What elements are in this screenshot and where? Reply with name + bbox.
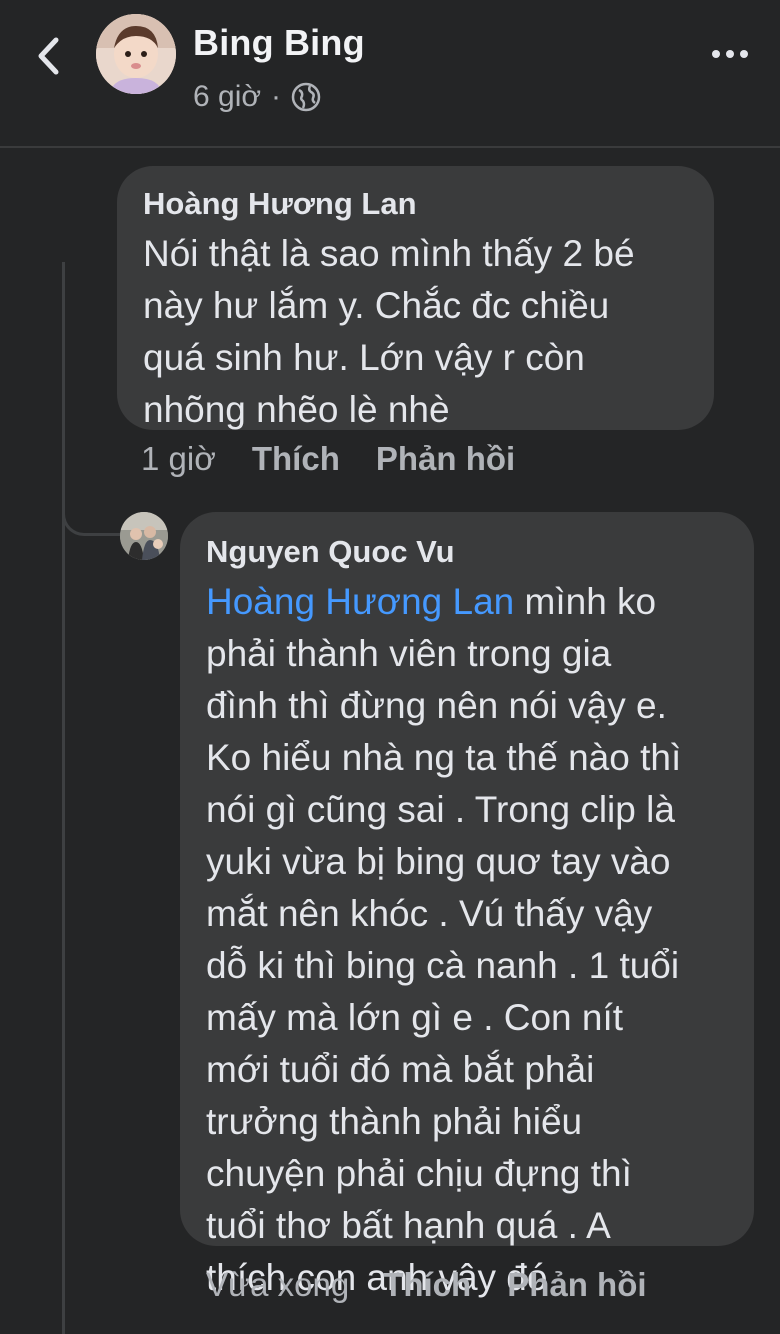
- comment-line: tuổi thơ bất hạnh quá . A: [206, 1205, 611, 1246]
- comment-text: Nói thật là sao mình thấy 2 bé này hư lắ…: [143, 228, 686, 436]
- comment-line: đình thì đừng nên nói vậy e.: [206, 685, 667, 726]
- post-time[interactable]: 6 giờ: [193, 80, 261, 114]
- reply-connector: [62, 494, 120, 536]
- comment-actions: 1 giờ Thích Phản hồi: [141, 440, 515, 478]
- reply-button[interactable]: Phản hồi: [376, 440, 515, 478]
- comment-line: Hoàng Hương Lan mình ko: [206, 576, 726, 628]
- comment-line: nói gì cũng sai . Trong clip là: [206, 789, 675, 830]
- reply-bubble[interactable]: Nguyen Quoc Vu Hoàng Hương Lan mình ko p…: [180, 512, 754, 1298]
- like-button[interactable]: Thích: [252, 440, 340, 478]
- avatar[interactable]: [96, 14, 176, 94]
- post-meta: 6 giờ ·: [193, 80, 321, 114]
- comment-line: mấy mà lớn gì e . Con nít: [206, 997, 624, 1038]
- globe-icon: [291, 82, 321, 112]
- profile-photo: [96, 14, 176, 94]
- post-header: Bing Bing 6 giờ ·: [0, 0, 780, 146]
- comment-line: quá sinh hư. Lớn vậy r còn: [143, 337, 585, 378]
- back-button[interactable]: [26, 30, 70, 82]
- chevron-left-icon: [38, 37, 59, 75]
- mention-link[interactable]: Hoàng Hương Lan: [206, 581, 514, 622]
- comment-line: nhõng nhẽo lè nhè: [143, 389, 450, 430]
- comment-actions: Vừa xong Thích Phản hồi: [206, 1266, 647, 1304]
- comment-line: này hư lắm y. Chắc đc chiều: [143, 285, 610, 326]
- comment-line: Ko hiểu nhà ng ta thế nào thì: [206, 737, 682, 778]
- comment-line: Nói thật là sao mình thấy 2 bé: [143, 233, 635, 274]
- comment-time[interactable]: 1 giờ: [141, 440, 216, 478]
- comment-line: mới tuổi đó mà bắt phải: [206, 1049, 595, 1090]
- comment-time[interactable]: Vừa xong: [206, 1266, 349, 1304]
- more-options-button[interactable]: [704, 32, 756, 76]
- comment-line: yuki vừa bị bing quơ tay vào: [206, 841, 671, 882]
- thread-line: [62, 262, 65, 1334]
- like-button[interactable]: Thích: [383, 1266, 471, 1304]
- comment-author[interactable]: Nguyen Quoc Vu: [206, 532, 726, 572]
- comment-text: Hoàng Hương Lan mình ko phải thành viên …: [206, 576, 726, 1304]
- meta-separator: ·: [271, 80, 282, 113]
- header-divider: [0, 146, 780, 148]
- comment-bubble[interactable]: Hoàng Hương Lan Nói thật là sao mình thấ…: [117, 166, 714, 430]
- profile-photo: [120, 512, 168, 560]
- reply-avatar[interactable]: [120, 512, 168, 560]
- comment-author[interactable]: Hoàng Hương Lan: [143, 184, 686, 224]
- comment-line: dỗ ki thì bing cà nanh . 1 tuổi: [206, 945, 680, 986]
- comment-line-rest: mình ko: [514, 581, 657, 622]
- reply-button[interactable]: Phản hồi: [507, 1266, 646, 1304]
- comment-line: phải thành viên trong gia: [206, 633, 612, 674]
- comment-thread-screen: Bing Bing 6 giờ · Hoàng Hương Lan Nói th…: [0, 0, 780, 1334]
- comment-line: chuyện phải chịu đựng thì: [206, 1153, 632, 1194]
- comment-line: mắt nên khóc . Vú thấy vậy: [206, 893, 653, 934]
- post-author-name[interactable]: Bing Bing: [193, 22, 365, 64]
- more-horizontal-icon: [712, 50, 748, 58]
- comment-line: trưởng thành phải hiểu: [206, 1101, 583, 1142]
